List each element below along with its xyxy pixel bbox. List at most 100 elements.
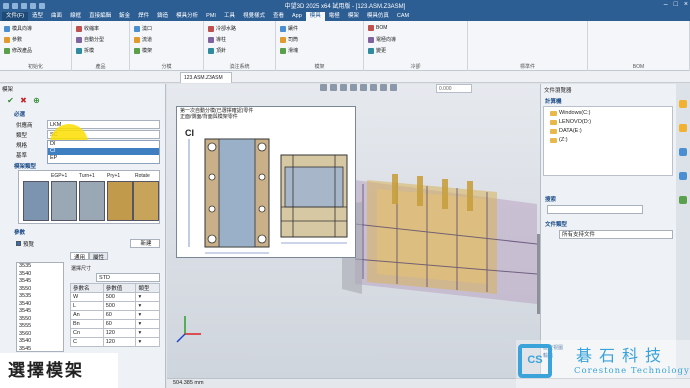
- apply-icon[interactable]: ⊕: [32, 96, 41, 105]
- size-list-item[interactable]: 3540: [17, 271, 63, 279]
- table-row[interactable]: Bn 60 ▾: [70, 319, 160, 329]
- dropdown-option[interactable]: EP: [48, 155, 159, 162]
- coordinate-field[interactable]: 0.000: [436, 84, 472, 93]
- table-row[interactable]: An 60 ▾: [70, 310, 160, 320]
- std-select[interactable]: STD: [96, 273, 160, 282]
- ribbon-tab[interactable]: 曲面: [47, 12, 66, 21]
- search-input[interactable]: [547, 205, 643, 214]
- tree-item[interactable]: LENOVO(D:): [550, 119, 591, 125]
- ribbon-tab[interactable]: 電極: [325, 12, 344, 21]
- ribbon-button[interactable]: 導柱: [208, 36, 226, 43]
- ribbon-tab[interactable]: 工具: [220, 12, 239, 21]
- folder-icon[interactable]: [679, 100, 687, 108]
- frame-thumb[interactable]: [51, 181, 77, 221]
- ribbon-tab[interactable]: 查看: [269, 12, 288, 21]
- table-cell-value[interactable]: 500: [102, 292, 137, 302]
- table-cell-value[interactable]: 60: [102, 319, 137, 329]
- frame-type-gallery[interactable]: EGP+1 Turn+1 Pry+1 Rotate: [18, 170, 160, 224]
- render-mode-icon[interactable]: [350, 84, 357, 91]
- file-type-section[interactable]: 文件類型: [545, 220, 567, 228]
- document-tab[interactable]: 123.ASM.Z3ASM: [180, 72, 232, 83]
- ribbon-button[interactable]: 滑塊: [280, 47, 298, 54]
- ribbon-button[interactable]: 澆口: [134, 25, 152, 32]
- frame-thumb[interactable]: [79, 181, 105, 221]
- zoom-fit-icon[interactable]: [370, 84, 377, 91]
- tree-item[interactable]: (Z:): [550, 137, 568, 143]
- close-icon[interactable]: ×: [684, 1, 688, 8]
- table-cell-value[interactable]: 500: [102, 301, 137, 311]
- frame-thumb[interactable]: [133, 181, 159, 221]
- ribbon-tab[interactable]: 文件(F): [2, 12, 29, 21]
- tree-item[interactable]: Windows(C:): [550, 110, 590, 116]
- ribbon-tab[interactable]: CAM: [393, 12, 413, 21]
- ribbon-button[interactable]: 流道: [134, 36, 152, 43]
- table-cell-value[interactable]: 120: [102, 337, 137, 347]
- ribbon-button[interactable]: 司筒: [280, 36, 298, 43]
- table-row[interactable]: C 120 ▾: [70, 337, 160, 347]
- select-icon[interactable]: [330, 84, 337, 91]
- ribbon-button[interactable]: 自動分型: [76, 36, 104, 43]
- minimize-icon[interactable]: –: [664, 1, 668, 8]
- ribbon-button[interactable]: 修改產品: [4, 47, 32, 54]
- frame-thumb[interactable]: [107, 181, 133, 221]
- ribbon-button[interactable]: 冷卻水路: [208, 25, 236, 32]
- ribbon-tab[interactable]: 模具分析: [172, 12, 202, 21]
- search-section[interactable]: 搜索: [545, 195, 556, 203]
- ribbon-button[interactable]: 電極向導: [368, 36, 396, 43]
- ribbon-tab[interactable]: 線框: [66, 12, 85, 21]
- ribbon-tab[interactable]: PMI: [202, 12, 220, 21]
- ribbon-button[interactable]: 參數: [4, 36, 22, 43]
- ribbon-tab[interactable]: 模具仿真: [363, 12, 393, 21]
- size-list-item[interactable]: 3535: [17, 293, 63, 301]
- size-list-item[interactable]: 3550: [17, 316, 63, 324]
- dropdown-option-selected[interactable]: CI: [48, 148, 159, 155]
- size-list-item[interactable]: 3540: [17, 301, 63, 309]
- ribbon-tab[interactable]: 直接編輯: [85, 12, 115, 21]
- parts-icon[interactable]: [679, 172, 687, 180]
- section-view-icon[interactable]: [360, 84, 367, 91]
- preview-checkbox[interactable]: 預覽: [16, 240, 34, 248]
- table-cell-value[interactable]: 60: [102, 310, 137, 320]
- size-list-item[interactable]: 3535: [17, 263, 63, 271]
- ribbon-button[interactable]: 鑲件: [280, 25, 298, 32]
- ribbon-tab[interactable]: 視覺樣式: [239, 12, 269, 21]
- snap-icon[interactable]: [390, 84, 397, 91]
- size-list-item[interactable]: 3545: [17, 346, 63, 354]
- tool-icon[interactable]: [679, 196, 687, 204]
- ribbon-tab[interactable]: 模架: [344, 12, 363, 21]
- ribbon-tab[interactable]: 焊件: [134, 12, 153, 21]
- ribbon-button[interactable]: 模架: [134, 47, 152, 54]
- size-list-item[interactable]: 3545: [17, 278, 63, 286]
- measure-icon[interactable]: [380, 84, 387, 91]
- tab-attributes[interactable]: 屬性: [89, 252, 109, 261]
- ribbon-tab[interactable]: 模具: [305, 12, 325, 21]
- table-row[interactable]: L 500 ▾: [70, 301, 160, 311]
- library-icon[interactable]: [679, 148, 687, 156]
- size-list-item[interactable]: 3545: [17, 308, 63, 316]
- ribbon-tab[interactable]: App: [288, 12, 306, 21]
- table-row[interactable]: W 500 ▾: [70, 292, 160, 302]
- ribbon-button[interactable]: BOM: [368, 25, 387, 31]
- cancel-icon[interactable]: ✖: [19, 96, 28, 105]
- file-type-select[interactable]: 所有支持文件: [559, 230, 673, 239]
- ribbon-button[interactable]: 收縮率: [76, 25, 99, 32]
- dropdown-option[interactable]: DI: [48, 141, 159, 148]
- size-list-item[interactable]: 3560: [17, 331, 63, 339]
- new-button[interactable]: 新建: [130, 239, 160, 248]
- filter-icon[interactable]: [320, 84, 327, 91]
- frame-thumb[interactable]: [23, 181, 49, 221]
- ribbon-button[interactable]: 變更: [368, 47, 386, 54]
- ribbon-button[interactable]: 頂針: [208, 47, 226, 54]
- section-required[interactable]: 必選: [14, 110, 25, 118]
- section-frame-type[interactable]: 模架類型: [14, 162, 36, 170]
- size-list-item[interactable]: 3550: [17, 286, 63, 294]
- tab-general[interactable]: 通用: [70, 252, 90, 261]
- tree-item[interactable]: DATA(E:): [550, 128, 582, 134]
- ribbon-button[interactable]: 模具向導: [4, 25, 32, 32]
- size-list[interactable]: 3535 3540 3545 3550 3535 3540 3545 3550 3555 3560…: [16, 262, 64, 352]
- ribbon-tab[interactable]: 鈑金: [115, 12, 134, 21]
- maximize-icon[interactable]: □: [674, 1, 678, 8]
- ribbon-tab[interactable]: 造型: [28, 12, 47, 21]
- table-row[interactable]: Cn 120 ▾: [70, 328, 160, 338]
- table-cell-value[interactable]: 120: [102, 328, 137, 338]
